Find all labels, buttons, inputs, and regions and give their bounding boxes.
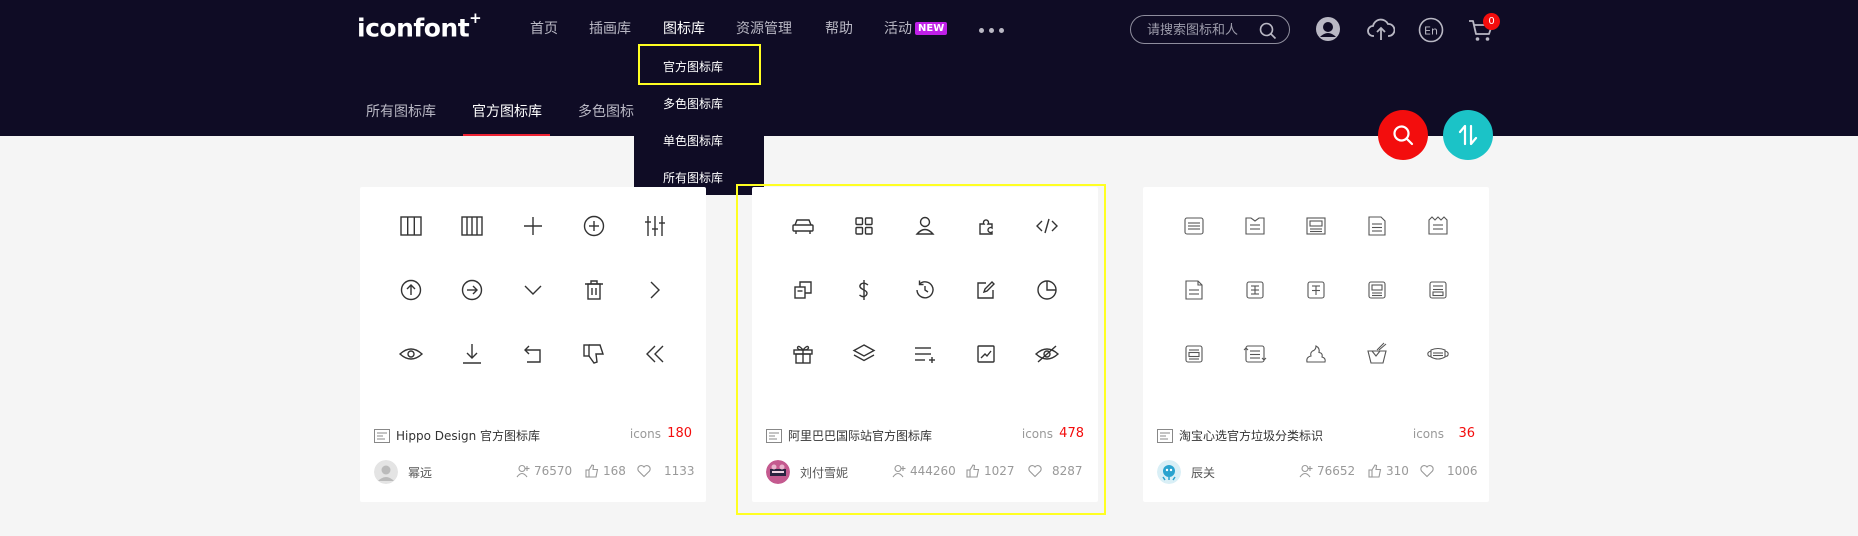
shirt-label-icon[interactable] xyxy=(1241,212,1269,240)
likes-count: 168 xyxy=(603,464,626,478)
undo-icon[interactable] xyxy=(519,340,547,368)
card-title-row: Hippo Design 官方图标库 icons 180 xyxy=(374,426,692,447)
sliders-icon[interactable] xyxy=(641,212,669,240)
logo-plus: + xyxy=(469,9,482,27)
floating-sort-button[interactable] xyxy=(1443,110,1493,160)
card-title-row: 淘宝心选官方垃圾分类标识 icons 36 xyxy=(1157,426,1475,447)
favorites-count: 1133 xyxy=(664,464,695,478)
takeout-box-icon[interactable] xyxy=(1363,340,1391,368)
author-name[interactable]: 辰关 xyxy=(1191,464,1215,481)
avatar[interactable] xyxy=(1157,460,1181,484)
followers-count: 76652 xyxy=(1317,464,1356,478)
like-icon[interactable] xyxy=(1368,463,1382,482)
pot-label-icon[interactable] xyxy=(1302,276,1330,304)
like-icon[interactable] xyxy=(585,463,599,482)
nav-illustrations[interactable]: 插画库 xyxy=(589,18,631,40)
language-en-icon[interactable]: En xyxy=(1418,17,1444,47)
new-badge: NEW xyxy=(915,22,948,35)
nav-activities-label: 活动 xyxy=(884,21,912,37)
hazard-label-icon[interactable] xyxy=(1180,340,1208,368)
thumbs-down-icon[interactable] xyxy=(580,340,608,368)
heart-icon[interactable] xyxy=(1420,463,1434,482)
nav-home[interactable]: 首页 xyxy=(530,18,558,40)
svg-text:En: En xyxy=(1424,25,1438,38)
nav-icon-library[interactable]: 图标库 xyxy=(663,18,705,40)
chevron-down-icon[interactable] xyxy=(519,276,547,304)
card-meta: 幂远 76570 168 1133 xyxy=(374,460,695,484)
dropdown-highlight-box xyxy=(638,44,761,85)
avatar[interactable] xyxy=(374,460,398,484)
icon-preview-grid xyxy=(1143,212,1489,402)
top-header: iconfont+ 首页 插画库 图标库 资源管理 帮助 活动NEW En 0 … xyxy=(0,0,1858,136)
search-icon[interactable] xyxy=(1259,22,1277,44)
likes-count: 310 xyxy=(1386,464,1409,478)
paper-label-icon[interactable] xyxy=(1180,276,1208,304)
library-icon xyxy=(1157,428,1173,447)
bottle-label-icon[interactable] xyxy=(1241,276,1269,304)
icons-label: icons xyxy=(629,427,661,441)
plus-circle-icon[interactable] xyxy=(580,212,608,240)
card-meta: 辰关 76652 310 1006 xyxy=(1157,460,1478,484)
favorites-count: 1006 xyxy=(1447,464,1478,478)
active-tab-underline xyxy=(463,134,550,136)
library-title[interactable]: Hippo Design 官方图标库 xyxy=(396,427,540,444)
grid-columns-icon[interactable] xyxy=(458,212,486,240)
library-title[interactable]: 淘宝心选官方垃圾分类标识 xyxy=(1179,427,1323,444)
trash-icon[interactable] xyxy=(580,276,608,304)
logo[interactable]: iconfont+ xyxy=(357,9,482,43)
floating-search-button[interactable] xyxy=(1378,110,1428,160)
nav-help[interactable]: 帮助 xyxy=(825,18,853,40)
bag-label-icon[interactable] xyxy=(1424,212,1452,240)
heart-icon[interactable] xyxy=(637,463,651,482)
subnav-all-libraries[interactable]: 所有图标库 xyxy=(366,101,436,121)
followers-icon xyxy=(1299,463,1313,482)
box-label-icon[interactable] xyxy=(1302,212,1330,240)
recycle-label-icon[interactable] xyxy=(1241,340,1269,368)
double-chevron-left-icon[interactable] xyxy=(641,340,669,368)
other-label-icon[interactable] xyxy=(1424,276,1452,304)
library-icon xyxy=(374,428,390,447)
doc-label-icon[interactable] xyxy=(1363,212,1391,240)
plus-icon[interactable] xyxy=(519,212,547,240)
dropdown-item-monochrome[interactable]: 单色图标库 xyxy=(663,132,723,149)
subnav-official-libraries[interactable]: 官方图标库 xyxy=(472,101,542,121)
icons-label: icons xyxy=(1412,427,1444,441)
header-search xyxy=(1130,15,1290,44)
card-highlight-box xyxy=(736,184,1106,515)
dropdown-item-all[interactable]: 所有图标库 xyxy=(663,169,723,186)
subnav-multicolor-icons[interactable]: 多色图标 xyxy=(578,101,634,121)
dropdown-item-multicolor[interactable]: 多色图标库 xyxy=(663,95,723,112)
search-input[interactable] xyxy=(1147,21,1257,39)
food-label-icon[interactable] xyxy=(1363,276,1391,304)
arrow-up-circle-icon[interactable] xyxy=(397,276,425,304)
eye-icon[interactable] xyxy=(397,340,425,368)
cart-count-badge: 0 xyxy=(1483,13,1500,30)
poop-icon[interactable] xyxy=(1302,340,1330,368)
followers-icon xyxy=(516,463,530,482)
nav-resources[interactable]: 资源管理 xyxy=(736,18,792,40)
library-card[interactable]: Hippo Design 官方图标库 icons 180 幂远 76570 16… xyxy=(360,187,706,502)
chevron-right-icon[interactable] xyxy=(641,276,669,304)
waste-label-icon[interactable] xyxy=(1180,212,1208,240)
icons-count: 36 xyxy=(1458,426,1475,441)
search-icon xyxy=(1393,125,1414,146)
icons-count: 180 xyxy=(667,426,692,441)
library-card[interactable]: 淘宝心选官方垃圾分类标识 icons 36 辰关 76652 310 1006 xyxy=(1143,187,1489,502)
sort-toggle-icon xyxy=(1458,124,1478,146)
icon-preview-grid xyxy=(360,212,706,402)
more-dots-icon[interactable] xyxy=(977,20,1007,40)
download-icon[interactable] xyxy=(458,340,486,368)
user-avatar-icon[interactable] xyxy=(1315,16,1341,46)
author-name[interactable]: 幂远 xyxy=(408,464,432,481)
followers-count: 76570 xyxy=(534,464,573,478)
arrow-right-circle-icon[interactable] xyxy=(458,276,486,304)
mask-icon[interactable] xyxy=(1424,340,1452,368)
columns-icon[interactable] xyxy=(397,212,425,240)
logo-text: iconfont xyxy=(357,13,470,43)
upload-cloud-icon[interactable] xyxy=(1367,16,1396,46)
nav-activities[interactable]: 活动 NEW xyxy=(884,18,948,40)
